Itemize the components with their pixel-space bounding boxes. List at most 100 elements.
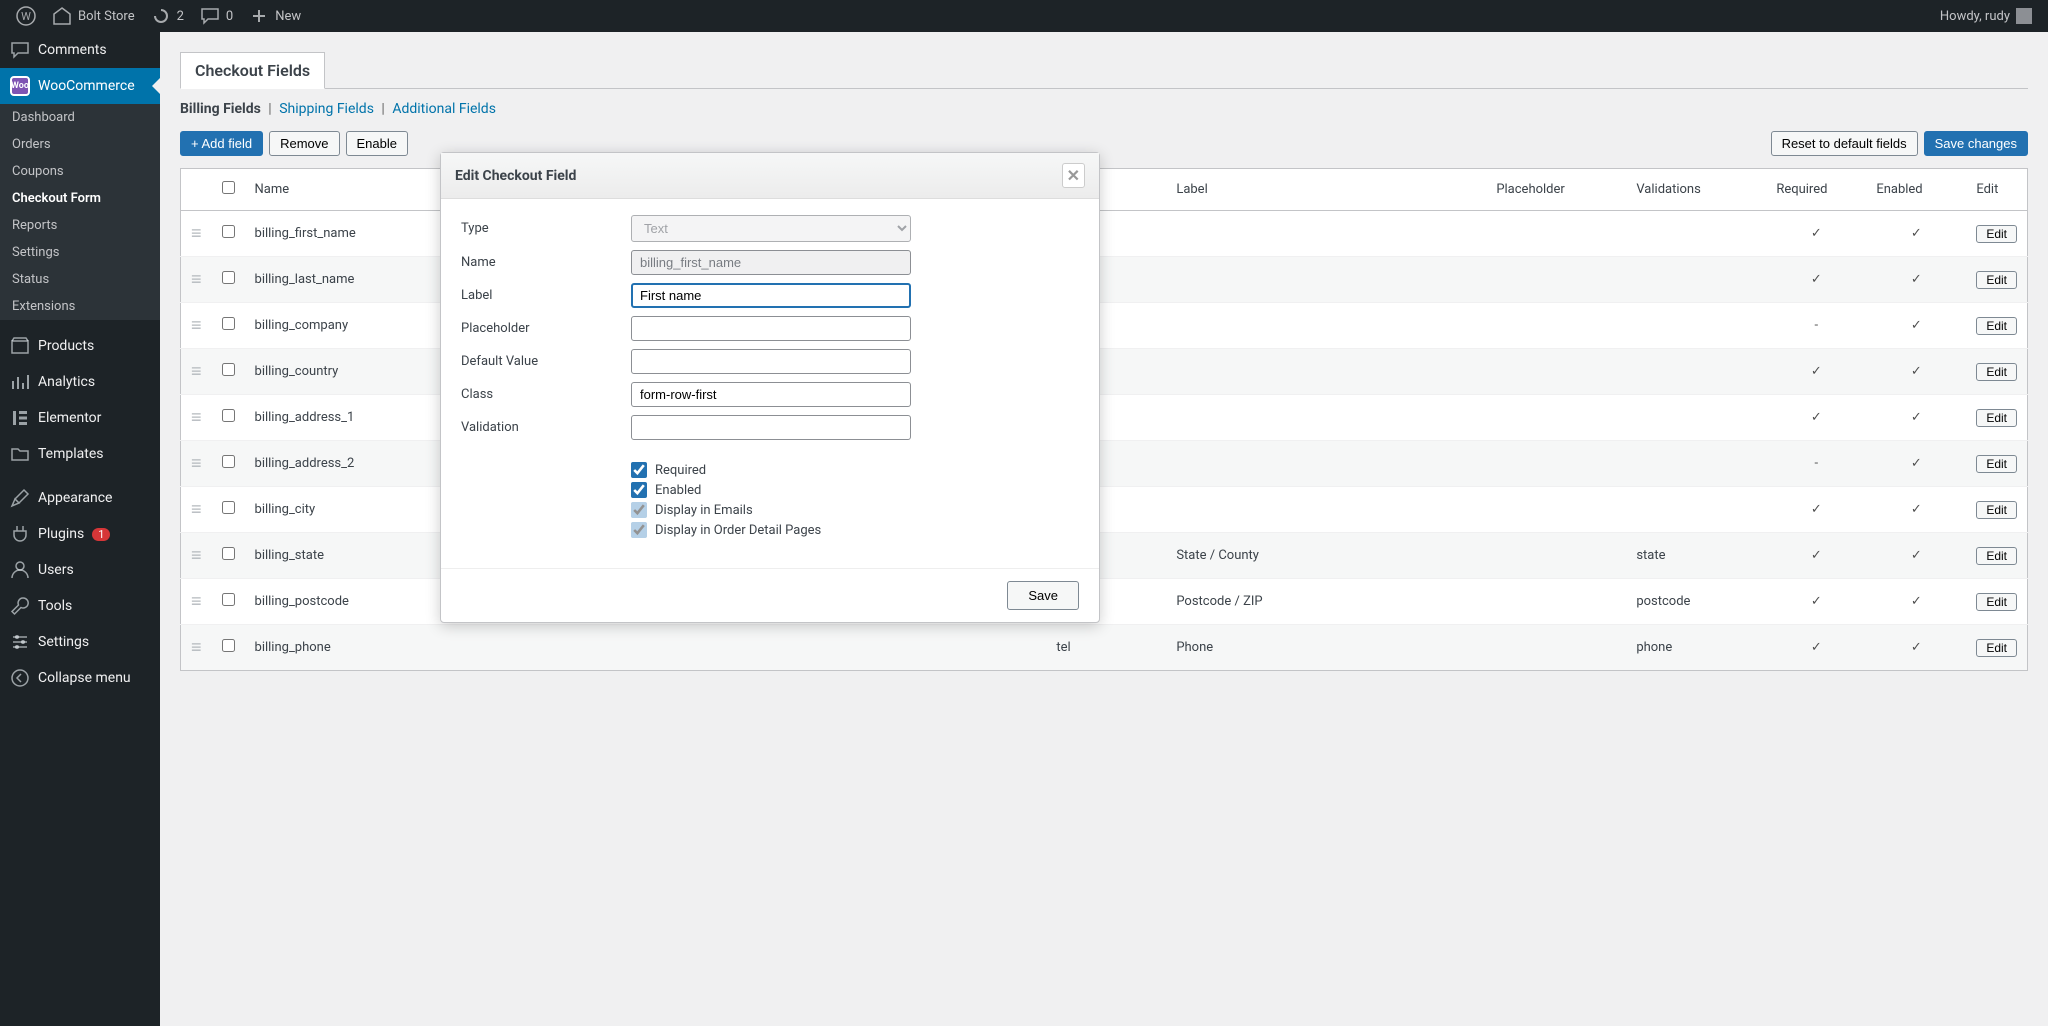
- save-changes-button[interactable]: Save changes: [1924, 131, 2028, 156]
- sidebar-item-settings[interactable]: Settings: [0, 624, 160, 660]
- modal-title: Edit Checkout Field: [455, 168, 576, 184]
- sidebar-subitem-reports[interactable]: Reports: [0, 212, 160, 239]
- sidebar-item-products[interactable]: Products: [0, 328, 160, 364]
- save-button[interactable]: Save: [1007, 581, 1079, 610]
- drag-handle-icon[interactable]: ≡: [191, 315, 202, 336]
- sidebar-item-tools[interactable]: Tools: [0, 588, 160, 624]
- validation-input[interactable]: [631, 415, 911, 440]
- sidebar-subitem-coupons[interactable]: Coupons: [0, 158, 160, 185]
- sidebar-item-templates[interactable]: Templates: [0, 436, 160, 472]
- drag-handle-icon[interactable]: ≡: [191, 453, 202, 474]
- type-select[interactable]: Text: [631, 215, 911, 242]
- enabled-checkbox[interactable]: [631, 482, 647, 498]
- sidebar-item-analytics[interactable]: Analytics: [0, 364, 160, 400]
- row-checkbox[interactable]: [222, 225, 235, 238]
- comment-icon: [10, 40, 30, 60]
- elementor-icon: [10, 408, 30, 428]
- select-all-checkbox[interactable]: [222, 181, 235, 194]
- field-enabled: ✓: [1866, 625, 1966, 671]
- edit-button[interactable]: Edit: [1976, 455, 2017, 473]
- field-enabled: ✓: [1866, 579, 1966, 625]
- drag-handle-icon[interactable]: ≡: [191, 591, 202, 612]
- class-input[interactable]: [631, 382, 911, 407]
- subtab-shipping[interactable]: Shipping Fields: [279, 101, 374, 117]
- edit-button[interactable]: Edit: [1976, 639, 2017, 657]
- drag-handle-icon[interactable]: ≡: [191, 545, 202, 566]
- edit-button[interactable]: Edit: [1976, 547, 2017, 565]
- field-required: ✓: [1766, 395, 1866, 441]
- sidebar-item-collapse-menu[interactable]: Collapse menu: [0, 660, 160, 696]
- edit-button[interactable]: Edit: [1976, 501, 2017, 519]
- row-checkbox[interactable]: [222, 547, 235, 560]
- emails-cb-label: Display in Emails: [655, 503, 753, 518]
- reset-button[interactable]: Reset to default fields: [1771, 131, 1918, 156]
- sidebar-item-woocommerce[interactable]: WooWooCommerce: [0, 68, 160, 104]
- chart-icon: [10, 372, 30, 392]
- edit-button[interactable]: Edit: [1976, 271, 2017, 289]
- default-input[interactable]: [631, 349, 911, 374]
- field-enabled: ✓: [1866, 349, 1966, 395]
- row-checkbox[interactable]: [222, 639, 235, 652]
- subtab-billing[interactable]: Billing Fields: [180, 101, 261, 117]
- field-required: ✓: [1766, 533, 1866, 579]
- label-label: Label: [461, 288, 631, 303]
- edit-button[interactable]: Edit: [1976, 317, 2017, 335]
- comments-link[interactable]: 0: [192, 0, 241, 32]
- drag-handle-icon[interactable]: ≡: [191, 361, 202, 382]
- sidebar-subitem-status[interactable]: Status: [0, 266, 160, 293]
- tab-checkout-fields[interactable]: Checkout Fields: [180, 52, 325, 89]
- sidebar-subitem-settings[interactable]: Settings: [0, 239, 160, 266]
- row-checkbox[interactable]: [222, 363, 235, 376]
- sidebar-subitem-orders[interactable]: Orders: [0, 131, 160, 158]
- wp-logo[interactable]: W: [8, 0, 44, 32]
- sidebar-subitem-dashboard[interactable]: Dashboard: [0, 104, 160, 131]
- emails-checkbox[interactable]: [631, 502, 647, 518]
- sidebar-subitem-checkout-form[interactable]: Checkout Form: [0, 185, 160, 212]
- field-validations: [1626, 349, 1766, 395]
- field-name: billing_phone: [245, 625, 1047, 671]
- row-checkbox[interactable]: [222, 593, 235, 606]
- row-checkbox[interactable]: [222, 317, 235, 330]
- drag-handle-icon[interactable]: ≡: [191, 499, 202, 520]
- close-icon[interactable]: ✕: [1062, 163, 1085, 188]
- sidebar-item-users[interactable]: Users: [0, 552, 160, 588]
- row-checkbox[interactable]: [222, 409, 235, 422]
- sidebar-subitem-extensions[interactable]: Extensions: [0, 293, 160, 320]
- row-checkbox[interactable]: [222, 271, 235, 284]
- subtab-additional[interactable]: Additional Fields: [392, 101, 496, 117]
- field-enabled: ✓: [1866, 211, 1966, 257]
- new-link[interactable]: New: [241, 0, 309, 32]
- add-field-button[interactable]: + Add field: [180, 131, 263, 156]
- edit-button[interactable]: Edit: [1976, 593, 2017, 611]
- field-required: ✓: [1766, 257, 1866, 303]
- sidebar-item-appearance[interactable]: Appearance: [0, 480, 160, 516]
- drag-handle-icon[interactable]: ≡: [191, 269, 202, 290]
- row-checkbox[interactable]: [222, 501, 235, 514]
- orders-checkbox[interactable]: [631, 522, 647, 538]
- edit-button[interactable]: Edit: [1976, 225, 2017, 243]
- drag-handle-icon[interactable]: ≡: [191, 407, 202, 428]
- field-validations: phone: [1626, 625, 1766, 671]
- required-checkbox[interactable]: [631, 462, 647, 478]
- sidebar-item-elementor[interactable]: Elementor: [0, 400, 160, 436]
- label-input[interactable]: [631, 283, 911, 308]
- sidebar-item-comments[interactable]: Comments: [0, 32, 160, 68]
- field-placeholder: [1486, 395, 1626, 441]
- drag-handle-icon[interactable]: ≡: [191, 223, 202, 244]
- enabled-cb-label: Enabled: [655, 483, 701, 498]
- updates-link[interactable]: 2: [143, 0, 192, 32]
- site-link[interactable]: Bolt Store: [44, 0, 143, 32]
- row-checkbox[interactable]: [222, 455, 235, 468]
- edit-button[interactable]: Edit: [1976, 363, 2017, 381]
- field-type: tel: [1046, 625, 1166, 671]
- edit-button[interactable]: Edit: [1976, 409, 2017, 427]
- howdy-link[interactable]: Howdy, rudy: [1932, 0, 2040, 32]
- name-input[interactable]: [631, 250, 911, 275]
- main-content: Checkout Fields Billing Fields | Shippin…: [160, 32, 2048, 1026]
- placeholder-label: Placeholder: [461, 321, 631, 336]
- sidebar-item-plugins[interactable]: Plugins1: [0, 516, 160, 552]
- drag-handle-icon[interactable]: ≡: [191, 637, 202, 658]
- remove-button[interactable]: Remove: [269, 131, 339, 156]
- placeholder-input[interactable]: [631, 316, 911, 341]
- enable-button[interactable]: Enable: [346, 131, 408, 156]
